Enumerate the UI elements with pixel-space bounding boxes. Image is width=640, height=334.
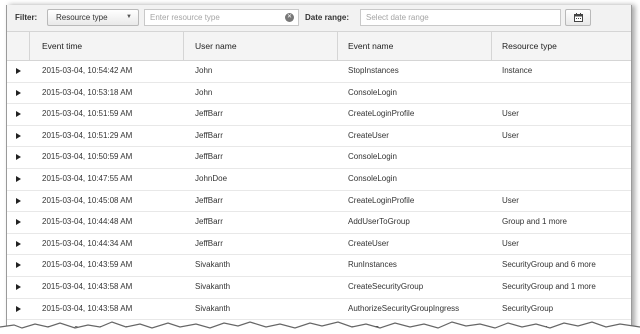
- event-time-cell: 2015-03-04, 10:50:59 AM: [42, 152, 133, 162]
- resource-type-cell: SecurityGroup and 6 more: [502, 260, 596, 270]
- resource-type-cell: User: [502, 109, 519, 119]
- table-row[interactable]: 2015-03-04, 10:51:59 AM JeffBarr CreateLog…: [7, 104, 631, 126]
- user-name-cell: JohnDoe: [195, 173, 228, 183]
- table-row[interactable]: 2015-03-04, 10:50:59 AM JeffBarr ConsoleLo…: [7, 147, 631, 169]
- table-row[interactable]: 2015-03-04, 10:51:29 AM JeffBarr CreateUse…: [7, 125, 631, 148]
- date-range-label: Date range:: [305, 13, 350, 22]
- table-row[interactable]: 2015-03-04, 10:43:58 AM Sivakanth Authoriz…: [7, 298, 631, 321]
- resource-type-cell: SecurityGroup: [502, 303, 554, 313]
- expand-row-icon[interactable]: [16, 262, 21, 269]
- date-range-placeholder: Select date range: [366, 13, 429, 22]
- caret-down-icon: ▼: [126, 14, 132, 20]
- column-divider: [183, 32, 184, 60]
- event-name-cell: ConsoleLogin: [348, 87, 397, 97]
- event-name-cell: ConsoleLogin: [348, 152, 397, 162]
- table-row[interactable]: 2015-03-04, 10:54:42 AM John StopInstances…: [7, 61, 631, 83]
- event-name-cell: CreateUser: [348, 238, 389, 248]
- event-time-cell: 2015-03-04, 10:53:18 AM: [42, 87, 133, 97]
- resource-type-cell: Instance: [502, 66, 533, 75]
- event-time-cell: 2015-03-04, 10:51:59 AM: [42, 109, 133, 119]
- user-name-cell: JeffBarr: [195, 130, 223, 140]
- torn-edge: [0, 321, 640, 334]
- user-name-cell: John: [195, 66, 213, 75]
- event-name-cell: AuthorizeSecurityGroupIngress: [348, 303, 460, 313]
- expand-row-icon[interactable]: [16, 240, 21, 247]
- expand-row-icon[interactable]: [16, 111, 21, 118]
- expand-row-icon[interactable]: [16, 68, 21, 74]
- column-divider: [491, 32, 492, 60]
- resource-type-dropdown[interactable]: Resource type ▼: [47, 9, 139, 26]
- event-time-cell: 2015-03-04, 10:43:59 AM: [42, 260, 133, 270]
- table-row[interactable]: 2015-03-04, 10:45:08 AM JeffBarr CreateLog…: [7, 190, 631, 213]
- table-row[interactable]: 2015-03-04, 10:43:58 AM Sivakanth CreateSe…: [7, 276, 631, 299]
- event-name-cell: CreateUser: [348, 130, 389, 140]
- resource-type-cell: Group and 1 more: [502, 217, 567, 227]
- event-table-body: 2015-03-04, 10:54:42 AM John StopInstances…: [7, 61, 631, 334]
- user-name-cell: JeffBarr: [195, 217, 223, 227]
- table-row[interactable]: 2015-03-04, 10:44:34 AM JeffBarr CreateUse…: [7, 233, 631, 256]
- filter-bar: Filter: Resource type ▼ Enter resource t…: [7, 5, 631, 32]
- resource-type-cell: SecurityGroup and 1 more: [502, 281, 596, 291]
- event-name-cell: ConsoleLogin: [348, 173, 397, 183]
- column-header-resource-type[interactable]: Resource type: [502, 32, 557, 60]
- column-header-event-time[interactable]: Event time: [42, 32, 82, 60]
- event-time-cell: 2015-03-04, 10:54:42 AM: [42, 66, 133, 75]
- table-row[interactable]: 2015-03-04, 10:43:59 AM Sivakanth RunInsta…: [7, 255, 631, 277]
- table-row[interactable]: 2015-03-04, 10:53:18 AM John ConsoleLogin: [7, 82, 631, 105]
- resource-type-cell: User: [502, 130, 519, 140]
- table-row[interactable]: 2015-03-04, 10:47:55 AM JohnDoe ConsoleLog…: [7, 168, 631, 191]
- column-header-event-name[interactable]: Event name: [348, 32, 393, 60]
- column-divider: [29, 32, 30, 60]
- expand-row-icon[interactable]: [16, 283, 21, 290]
- resource-type-cell: User: [502, 195, 519, 205]
- table-row[interactable]: 2015-03-04, 10:44:48 AM JeffBarr AddUserTo…: [7, 212, 631, 234]
- cloudtrail-events-panel: Filter: Resource type ▼ Enter resource t…: [6, 5, 632, 334]
- event-time-cell: 2015-03-04, 10:44:34 AM: [42, 238, 133, 248]
- event-time-cell: 2015-03-04, 10:43:58 AM: [42, 281, 133, 291]
- event-time-cell: 2015-03-04, 10:51:29 AM: [42, 130, 133, 140]
- event-time-cell: 2015-03-04, 10:45:08 AM: [42, 195, 133, 205]
- user-name-cell: JeffBarr: [195, 238, 223, 248]
- table-header: Event time User name Event name Resource…: [7, 32, 631, 61]
- event-time-cell: 2015-03-04, 10:47:55 AM: [42, 173, 133, 183]
- resource-type-search-input[interactable]: Enter resource type: [144, 9, 299, 26]
- column-header-user-name[interactable]: User name: [195, 32, 237, 60]
- resource-type-cell: User: [502, 238, 519, 248]
- event-name-cell: AddUserToGroup: [348, 217, 410, 227]
- column-divider: [337, 32, 338, 60]
- user-name-cell: Sivakanth: [195, 281, 231, 291]
- event-name-cell: CreateLoginProfile: [348, 195, 415, 205]
- clear-icon[interactable]: ✕: [285, 13, 294, 22]
- event-name-cell: CreateSecurityGroup: [348, 281, 424, 291]
- user-name-cell: JeffBarr: [195, 109, 223, 119]
- user-name-cell: JeffBarr: [195, 195, 223, 205]
- resource-type-search-placeholder: Enter resource type: [150, 13, 220, 22]
- user-name-cell: John: [195, 87, 213, 97]
- expand-row-icon[interactable]: [16, 305, 21, 312]
- date-range-input[interactable]: Select date range: [360, 9, 561, 26]
- calendar-icon: [574, 13, 583, 22]
- expand-row-icon[interactable]: [16, 154, 21, 161]
- user-name-cell: JeffBarr: [195, 152, 223, 162]
- event-name-cell: StopInstances: [348, 66, 399, 75]
- user-name-cell: Sivakanth: [195, 260, 231, 270]
- event-time-cell: 2015-03-04, 10:43:58 AM: [42, 303, 133, 313]
- event-name-cell: RunInstances: [348, 260, 397, 270]
- user-name-cell: Sivakanth: [195, 303, 231, 313]
- event-time-cell: 2015-03-04, 10:44:48 AM: [42, 217, 133, 227]
- event-name-cell: CreateLoginProfile: [348, 109, 415, 119]
- expand-row-icon[interactable]: [16, 89, 21, 96]
- expand-row-icon[interactable]: [16, 175, 21, 182]
- expand-row-icon[interactable]: [16, 219, 21, 226]
- expand-row-icon[interactable]: [16, 132, 21, 139]
- resource-type-dropdown-label: Resource type: [56, 13, 108, 22]
- calendar-button[interactable]: [565, 9, 591, 26]
- expand-row-icon[interactable]: [16, 197, 21, 204]
- filter-label: Filter:: [15, 13, 38, 22]
